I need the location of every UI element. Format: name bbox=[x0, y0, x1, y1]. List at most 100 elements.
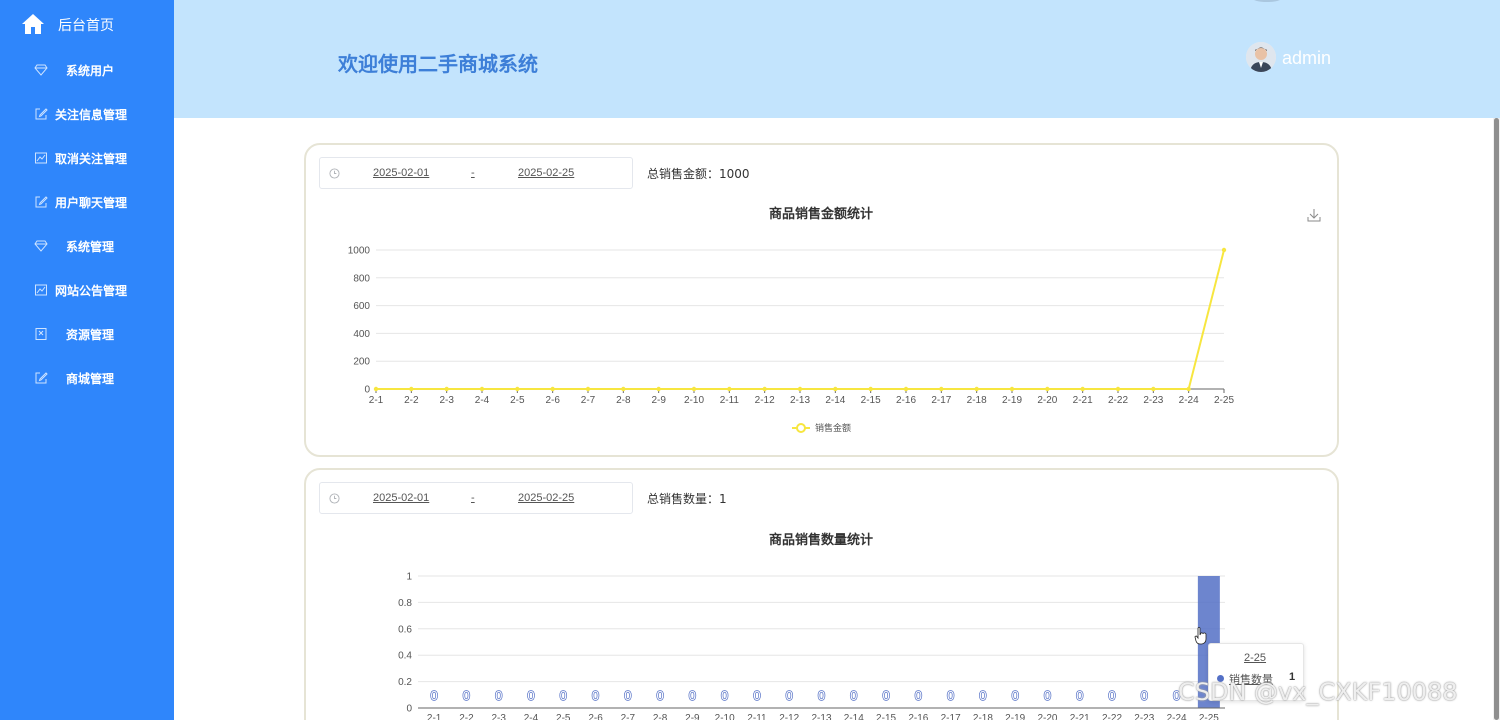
data-label: 0 bbox=[979, 688, 986, 703]
y-tick-label: 800 bbox=[353, 273, 370, 284]
x-tick-label: 2-24 bbox=[1179, 395, 1199, 406]
x-tick-label: 2-17 bbox=[931, 395, 951, 406]
x-tick-label: 2-6 bbox=[545, 395, 560, 406]
y-tick-label: 200 bbox=[353, 357, 370, 368]
charts-canvas: 商品销售金额统计020040060080010002-1 2-2 2-3 2-4 2-5… bbox=[348, 206, 1321, 720]
data-point bbox=[727, 386, 732, 392]
x-tick-label: 2-23 bbox=[1143, 395, 1163, 406]
x-tick-label: 2-18 bbox=[967, 395, 987, 406]
y-tick-label: 0.6 bbox=[398, 624, 412, 635]
data-point bbox=[515, 386, 520, 392]
data-point bbox=[691, 386, 697, 392]
x-tick-label: 2-19 bbox=[1005, 713, 1025, 720]
x-tick-label: 2-1 bbox=[369, 395, 384, 406]
x-tick-label: 2-18 bbox=[973, 713, 993, 720]
data-label: 0 bbox=[463, 688, 470, 703]
data-point bbox=[1080, 386, 1085, 392]
y-tick-label: 0.4 bbox=[398, 651, 412, 662]
x-tick-label: 2-13 bbox=[790, 395, 810, 406]
x-tick-label: 2-4 bbox=[524, 713, 539, 720]
x-tick-label: 2-12 bbox=[779, 713, 799, 720]
data-point bbox=[585, 386, 591, 392]
data-label: 0 bbox=[786, 688, 793, 703]
data-point bbox=[621, 386, 626, 392]
x-tick-label: 2-5 bbox=[510, 395, 525, 406]
data-point bbox=[1186, 386, 1191, 392]
data-label: 0 bbox=[656, 688, 663, 703]
x-tick-label: 2-23 bbox=[1134, 713, 1154, 720]
data-label: 0 bbox=[818, 688, 825, 703]
download-icon[interactable] bbox=[1307, 209, 1321, 222]
x-tick-label: 2-3 bbox=[439, 395, 454, 406]
x-tick-label: 2-8 bbox=[653, 713, 668, 720]
data-point bbox=[1151, 386, 1156, 392]
data-point bbox=[1009, 386, 1015, 392]
y-tick-label: 0 bbox=[406, 704, 412, 715]
x-tick-label: 2-14 bbox=[844, 713, 864, 720]
y-tick-label: 1000 bbox=[348, 246, 371, 257]
data-point bbox=[1045, 386, 1050, 392]
x-tick-label: 2-6 bbox=[588, 713, 603, 720]
watermark: CSDN @vx_CXKF10088 bbox=[1178, 678, 1458, 706]
chart-title: 商品销售金额统计 bbox=[769, 206, 873, 221]
data-label: 0 bbox=[1044, 688, 1051, 703]
data-point bbox=[1115, 386, 1121, 392]
data-label: 0 bbox=[689, 688, 696, 703]
data-label: 0 bbox=[1141, 688, 1148, 703]
page-scrollbar[interactable] bbox=[1493, 118, 1500, 720]
data-point bbox=[868, 386, 873, 392]
data-label: 0 bbox=[1012, 688, 1019, 703]
x-tick-label: 2-4 bbox=[475, 395, 490, 406]
y-tick-label: 1 bbox=[406, 572, 412, 583]
x-tick-label: 2-16 bbox=[896, 395, 916, 406]
data-label: 0 bbox=[624, 688, 631, 703]
data-point bbox=[656, 386, 661, 392]
data-point bbox=[833, 386, 838, 392]
data-label: 0 bbox=[527, 688, 534, 703]
x-tick-label: 2-7 bbox=[621, 713, 636, 720]
x-tick-label: 2-14 bbox=[825, 395, 845, 406]
series-line bbox=[376, 249, 1225, 390]
x-tick-label: 2-9 bbox=[685, 713, 700, 720]
data-label: 0 bbox=[431, 688, 438, 703]
x-tick-label: 2-15 bbox=[861, 395, 881, 406]
legend-marker bbox=[796, 423, 806, 433]
x-tick-label: 2-22 bbox=[1108, 395, 1128, 406]
x-tick-label: 2-11 bbox=[747, 713, 767, 720]
data-point bbox=[974, 386, 979, 392]
x-tick-label: 2-25 bbox=[1214, 395, 1234, 406]
x-tick-label: 2-13 bbox=[811, 713, 831, 720]
data-point bbox=[409, 386, 414, 392]
y-tick-label: 0.8 bbox=[398, 598, 412, 609]
x-tick-label: 2-20 bbox=[1037, 713, 1057, 720]
scrollbar-thumb[interactable] bbox=[1494, 118, 1499, 720]
x-tick-label: 2-15 bbox=[876, 713, 896, 720]
x-tick-label: 2-17 bbox=[941, 713, 961, 720]
x-tick-label: 2-3 bbox=[491, 713, 506, 720]
x-tick-label: 2-16 bbox=[908, 713, 928, 720]
data-point bbox=[797, 386, 803, 392]
data-label: 0 bbox=[495, 688, 502, 703]
x-tick-label: 2-12 bbox=[755, 395, 775, 406]
data-label: 0 bbox=[753, 688, 760, 703]
x-tick-label: 2-8 bbox=[616, 395, 631, 406]
data-point bbox=[903, 386, 909, 392]
tooltip-title: 2-25 bbox=[1244, 652, 1267, 664]
x-tick-label: 2-5 bbox=[556, 713, 571, 720]
legend-label: 销售金额 bbox=[815, 422, 851, 433]
x-tick-label: 2-25 bbox=[1199, 713, 1219, 720]
x-tick-label: 2-9 bbox=[651, 395, 666, 406]
data-label: 0 bbox=[721, 688, 728, 703]
data-point bbox=[762, 386, 767, 392]
x-tick-label: 2-21 bbox=[1073, 395, 1093, 406]
x-tick-label: 2-22 bbox=[1102, 713, 1122, 720]
y-tick-label: 400 bbox=[353, 329, 370, 340]
data-point bbox=[550, 386, 555, 392]
x-tick-label: 2-2 bbox=[459, 713, 474, 720]
data-label: 0 bbox=[1108, 688, 1115, 703]
y-tick-label: 600 bbox=[353, 301, 370, 312]
data-point bbox=[373, 386, 379, 392]
x-tick-label: 2-2 bbox=[404, 395, 419, 406]
y-tick-label: 0.2 bbox=[398, 677, 412, 688]
data-label: 0 bbox=[882, 688, 889, 703]
